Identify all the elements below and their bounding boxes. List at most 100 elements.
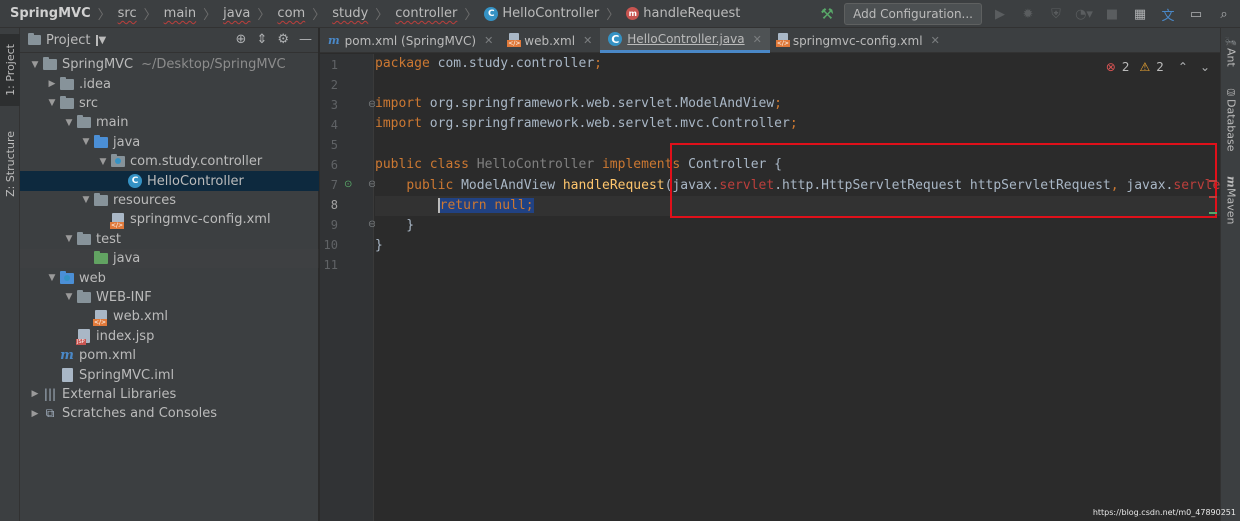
chevron-right-icon[interactable]: ▶ <box>28 409 42 419</box>
locate-icon[interactable]: ⊕ <box>236 32 247 47</box>
layout-icon[interactable]: ▭ <box>1186 4 1206 24</box>
breadcrumb: SpringMVC 〉 src 〉 main 〉 java 〉 com 〉 st… <box>0 0 740 28</box>
tree-item[interactable]: ▼ main <box>20 113 319 132</box>
inspection-widget[interactable]: ⊗ 2 ⚠ 2 ⌃ ⌄ <box>1106 60 1210 74</box>
error-stripe-mark[interactable] <box>1209 196 1217 198</box>
breadcrumb-controller[interactable]: controller <box>395 6 457 21</box>
tree-item-label: web <box>79 270 106 286</box>
collapse-all-icon[interactable]: ⇕ <box>256 32 267 47</box>
hide-icon[interactable]: — <box>299 32 312 47</box>
maven-tool-label: Maven <box>1224 187 1238 225</box>
tab-springmvc-config[interactable]: springmvc-config.xml ✕ <box>770 28 948 53</box>
test-folder-icon <box>93 251 109 266</box>
gear-icon[interactable]: ⚙ <box>277 32 289 47</box>
tab-web-xml[interactable]: web.xml ✕ <box>501 28 600 53</box>
profile-icon[interactable]: ◔▾ <box>1074 4 1094 24</box>
code-text: ; <box>774 96 782 111</box>
tab-pom-xml[interactable]: m pom.xml (SpringMVC) ✕ <box>320 28 501 53</box>
package-icon <box>110 154 126 169</box>
chevron-down-icon[interactable]: ▼ <box>96 157 110 167</box>
tree-item[interactable]: ▼ WEB-INF <box>20 288 319 307</box>
breadcrumb-project[interactable]: SpringMVC <box>10 6 91 21</box>
add-configuration-button[interactable]: Add Configuration... <box>844 3 982 25</box>
chevron-down-icon[interactable]: ▼ <box>28 60 42 70</box>
breadcrumb-java[interactable]: java <box>223 6 250 21</box>
next-highlight-icon[interactable]: ⌄ <box>1200 60 1210 74</box>
translate-icon[interactable]: 文 <box>1158 4 1178 24</box>
tree-item[interactable]: ▼ SpringMVC ~/Desktop/SpringMVC <box>20 55 319 74</box>
keyword: import <box>375 96 422 111</box>
structure-tool-tab[interactable]: Z: Structure <box>0 120 20 208</box>
tree-item[interactable]: C HelloController <box>20 171 319 191</box>
breadcrumb-study[interactable]: study <box>332 6 368 21</box>
chevron-right-icon[interactable]: ▶ <box>45 79 59 89</box>
chevron-down-icon[interactable]: ▼ <box>45 98 59 108</box>
close-icon[interactable]: ✕ <box>931 34 940 47</box>
project-panel-title[interactable]: Project <box>46 33 90 48</box>
tab-label: springmvc-config.xml <box>792 33 923 48</box>
project-structure-icon[interactable]: ▦ <box>1130 4 1150 24</box>
code-text: ; <box>789 116 798 131</box>
source-folder-icon <box>93 134 109 149</box>
tree-item[interactable]: ▼ resources <box>20 191 319 210</box>
chevron-right-icon[interactable]: ▶ <box>28 389 42 399</box>
tree-item[interactable]: SpringMVC.iml <box>20 365 319 384</box>
close-icon[interactable]: ✕ <box>484 34 493 47</box>
tree-item[interactable]: web.xml <box>20 307 319 326</box>
chevron-down-icon[interactable]: ▼ <box>62 292 76 302</box>
code-editor[interactable]: package com.study.controller; import org… <box>375 54 1220 521</box>
breadcrumb-label: main <box>163 6 197 21</box>
chevron-down-icon[interactable]: ▼ <box>79 195 93 205</box>
previous-highlight-icon[interactable]: ⌃ <box>1178 60 1188 74</box>
ant-icon: 🐜 <box>1225 36 1237 49</box>
implements-method-icon[interactable]: ⊙ <box>344 179 352 190</box>
tree-item[interactable]: ▼ web <box>20 268 319 287</box>
warning-count: 2 <box>1156 60 1164 74</box>
tree-item[interactable]: ▼ java <box>20 133 319 152</box>
navigation-bar: SpringMVC 〉 src 〉 main 〉 java 〉 com 〉 st… <box>0 0 1240 28</box>
breadcrumb-main[interactable]: main <box>164 6 196 21</box>
code-line-9: } <box>375 216 1220 236</box>
tree-item[interactable]: ▶ ⧉ Scratches and Consoles <box>20 404 319 423</box>
coverage-icon[interactable]: ⛨ <box>1046 4 1066 24</box>
tree-item[interactable]: ▼ test <box>20 230 319 249</box>
tree-item[interactable]: ▼ src <box>20 94 319 113</box>
database-tool-tab[interactable]: ⛁ Database <box>1221 88 1240 152</box>
build-icon[interactable]: ⚒ <box>818 5 836 23</box>
folder-icon <box>76 115 92 130</box>
breadcrumb-class[interactable]: C HelloController <box>484 6 599 21</box>
close-icon[interactable]: ✕ <box>753 33 762 46</box>
tree-item[interactable]: ▶ ||| External Libraries <box>20 385 319 404</box>
tree-item[interactable]: ▼ com.study.controller <box>20 152 319 171</box>
error-stripe-mark[interactable] <box>1209 180 1217 182</box>
ant-tool-label: Ant <box>1224 48 1238 68</box>
debug-icon[interactable]: ✹ <box>1018 4 1038 24</box>
breadcrumb-com[interactable]: com <box>277 6 305 21</box>
run-icon[interactable]: ▶ <box>990 4 1010 24</box>
breadcrumb-method[interactable]: m handleRequest <box>626 6 740 21</box>
chevron-down-icon[interactable]: ▼ <box>62 234 76 244</box>
chevron-down-icon[interactable]: ▼ <box>62 118 76 128</box>
code-line-3: import org.springframework.web.servlet.M… <box>375 94 1220 114</box>
project-tool-tab[interactable]: 1: Project <box>0 34 20 106</box>
editor-gutter[interactable]: 1 2 3 4 5 6 7 8 9 10 11 ⊖ ⊖ ⊖ ⊙ <box>320 54 376 521</box>
tab-hello-controller[interactable]: C HelloController.java ✕ <box>600 28 770 53</box>
chevron-down-icon[interactable]: ▼ <box>45 273 59 283</box>
error-stripe[interactable] <box>1209 180 1219 228</box>
error-stripe-mark[interactable] <box>1209 212 1217 214</box>
xml-file-icon <box>775 33 790 48</box>
breadcrumb-src[interactable]: src <box>118 6 137 21</box>
tree-item[interactable]: index.jsp <box>20 327 319 346</box>
tree-item[interactable]: java <box>20 249 319 269</box>
close-icon[interactable]: ✕ <box>583 34 592 47</box>
tree-item[interactable]: springmvc-config.xml <box>20 210 319 229</box>
search-icon[interactable]: ⌕ <box>1214 4 1234 24</box>
tree-item[interactable]: ▶ .idea <box>20 74 319 93</box>
maven-tool-tab[interactable]: m Maven <box>1221 176 1240 224</box>
stop-icon[interactable]: ■ <box>1102 4 1122 24</box>
chevron-down-icon[interactable]: ▼ <box>96 34 106 46</box>
chevron-down-icon[interactable]: ▼ <box>79 137 93 147</box>
ant-tool-tab[interactable]: 🐜 Ant <box>1221 36 1240 67</box>
tree-item[interactable]: m pom.xml <box>20 346 319 365</box>
